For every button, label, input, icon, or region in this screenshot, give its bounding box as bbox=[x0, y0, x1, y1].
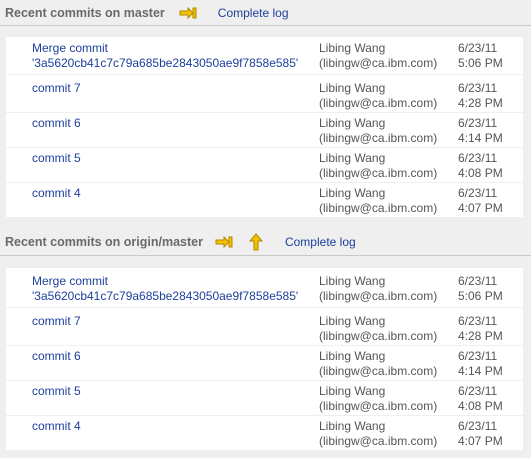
fetch-icon[interactable] bbox=[179, 5, 197, 21]
table-row[interactable]: commit 4 Libing Wang (libingw@ca.ibm.com… bbox=[6, 184, 523, 218]
commit-message[interactable]: commit 6 bbox=[32, 116, 317, 131]
fetch-icon[interactable] bbox=[215, 234, 233, 250]
commit-author: Libing Wang (libingw@ca.ibm.com) bbox=[319, 384, 438, 413]
commit-author: Libing Wang (libingw@ca.ibm.com) bbox=[319, 274, 438, 303]
section-title: Recent commits on origin/master bbox=[5, 234, 203, 249]
table-row[interactable]: commit 5 Libing Wang (libingw@ca.ibm.com… bbox=[6, 382, 523, 416]
commit-author: Libing Wang (libingw@ca.ibm.com) bbox=[319, 186, 438, 215]
commit-author: Libing Wang (libingw@ca.ibm.com) bbox=[319, 419, 438, 448]
commit-message[interactable]: commit 7 bbox=[32, 314, 317, 329]
table-row[interactable]: commit 7 Libing Wang (libingw@ca.ibm.com… bbox=[6, 312, 523, 346]
table-row[interactable]: commit 4 Libing Wang (libingw@ca.ibm.com… bbox=[6, 417, 523, 451]
complete-log-link[interactable]: Complete log bbox=[218, 6, 289, 20]
commit-author: Libing Wang (libingw@ca.ibm.com) bbox=[319, 349, 438, 378]
commit-message[interactable]: commit 5 bbox=[32, 384, 317, 399]
table-row[interactable]: Merge commit '3a5620cb41c7c79a685be28430… bbox=[6, 272, 523, 308]
commit-message[interactable]: Merge commit '3a5620cb41c7c79a685be28430… bbox=[32, 41, 317, 71]
commit-author: Libing Wang (libingw@ca.ibm.com) bbox=[319, 41, 438, 70]
section-title: Recent commits on master bbox=[5, 5, 165, 20]
table-row[interactable]: commit 5 Libing Wang (libingw@ca.ibm.com… bbox=[6, 149, 523, 183]
table-row[interactable]: Merge commit '3a5620cb41c7c79a685be28430… bbox=[6, 39, 523, 75]
commit-date: 6/23/11 4:07 PM bbox=[458, 186, 503, 215]
complete-log-link[interactable]: Complete log bbox=[285, 235, 356, 249]
table-row[interactable]: commit 6 Libing Wang (libingw@ca.ibm.com… bbox=[6, 347, 523, 381]
commit-message[interactable]: commit 7 bbox=[32, 81, 317, 96]
section-header-master: Recent commits on master Complete log bbox=[0, 0, 531, 26]
commit-message[interactable]: commit 4 bbox=[32, 186, 317, 201]
commit-message[interactable]: Merge commit '3a5620cb41c7c79a685be28430… bbox=[32, 274, 317, 304]
commit-date: 6/23/11 4:28 PM bbox=[458, 314, 503, 343]
commit-date: 6/23/11 4:28 PM bbox=[458, 81, 503, 110]
commit-author: Libing Wang (libingw@ca.ibm.com) bbox=[319, 151, 438, 180]
commit-author: Libing Wang (libingw@ca.ibm.com) bbox=[319, 81, 438, 110]
commit-date: 6/23/11 4:07 PM bbox=[458, 419, 503, 448]
commit-date: 6/23/11 4:08 PM bbox=[458, 151, 503, 180]
push-icon[interactable] bbox=[247, 232, 265, 250]
commit-message[interactable]: commit 4 bbox=[32, 419, 317, 434]
commit-author: Libing Wang (libingw@ca.ibm.com) bbox=[319, 116, 438, 145]
commit-list-origin-master: Merge commit '3a5620cb41c7c79a685be28430… bbox=[6, 268, 523, 450]
table-row[interactable]: commit 7 Libing Wang (libingw@ca.ibm.com… bbox=[6, 79, 523, 113]
commit-date: 6/23/11 4:14 PM bbox=[458, 116, 503, 145]
commit-list-master: Merge commit '3a5620cb41c7c79a685be28430… bbox=[6, 37, 523, 217]
section-header-origin-master: Recent commits on origin/master Complete… bbox=[0, 228, 531, 256]
table-row[interactable]: commit 6 Libing Wang (libingw@ca.ibm.com… bbox=[6, 114, 523, 148]
commit-message[interactable]: commit 6 bbox=[32, 349, 317, 364]
commit-date: 6/23/11 5:06 PM bbox=[458, 274, 503, 303]
commit-date: 6/23/11 5:06 PM bbox=[458, 41, 503, 70]
commit-date: 6/23/11 4:08 PM bbox=[458, 384, 503, 413]
commit-author: Libing Wang (libingw@ca.ibm.com) bbox=[319, 314, 438, 343]
commit-message[interactable]: commit 5 bbox=[32, 151, 317, 166]
commit-date: 6/23/11 4:14 PM bbox=[458, 349, 503, 378]
